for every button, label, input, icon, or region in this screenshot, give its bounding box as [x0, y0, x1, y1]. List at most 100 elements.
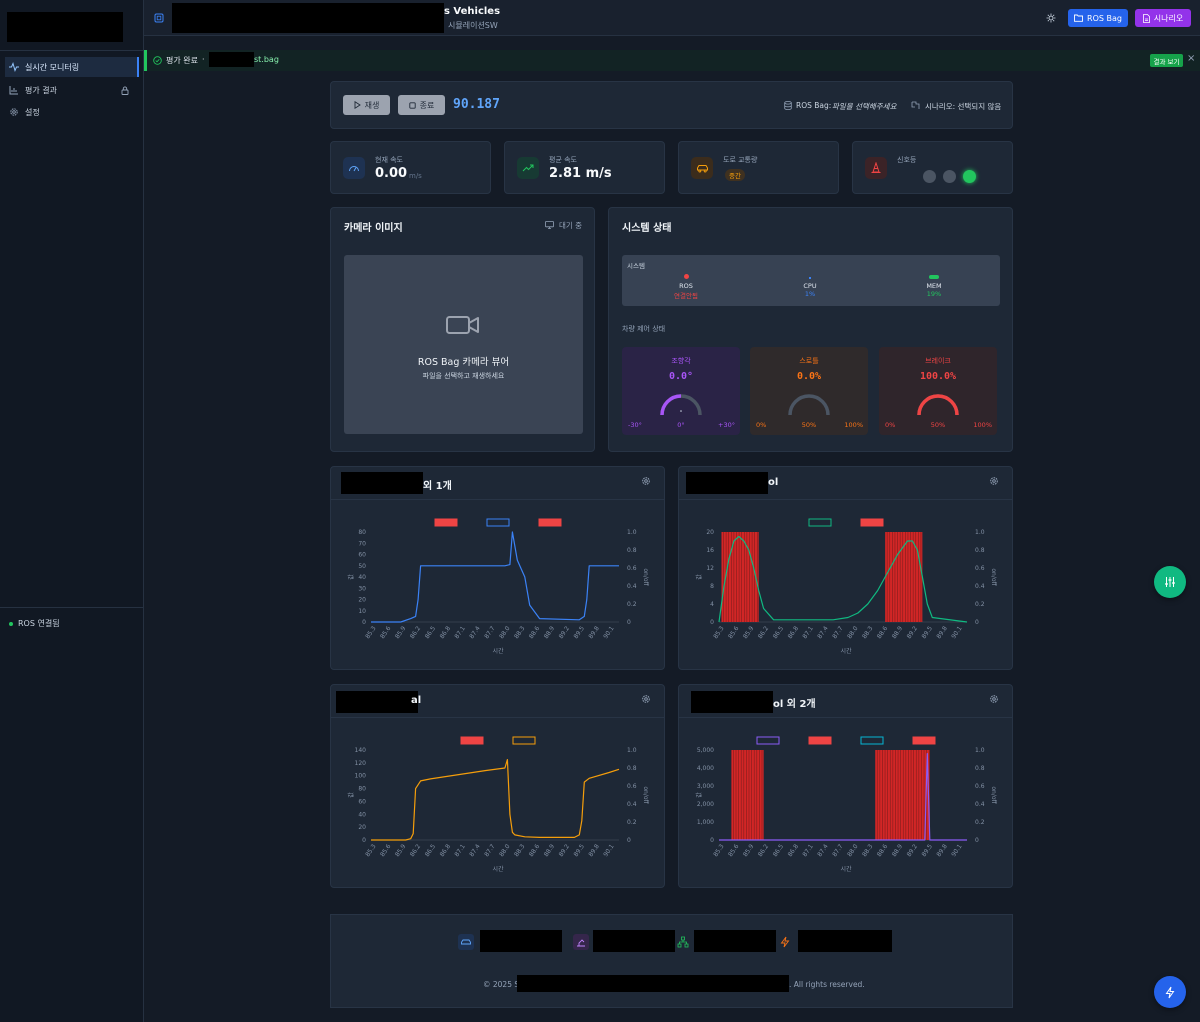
sun-icon[interactable] [1046, 13, 1056, 23]
scenario-button[interactable]: 시나리오 [1135, 9, 1191, 27]
sidebar-item-results[interactable]: 평가 결과 [5, 80, 139, 100]
y2-tick-label: 1.0 [627, 747, 637, 754]
legend-swatch [756, 736, 780, 745]
copyright-prefix: © 2025 S [483, 980, 520, 989]
x-tick-label: 87.7 [483, 625, 497, 640]
gauge-arc [660, 394, 702, 416]
view-result-button[interactable]: 결과 보기 [1150, 54, 1183, 67]
x-tick-label: 86.5 [424, 625, 438, 640]
x-tick-label: 90.1 [602, 843, 616, 858]
traffic-cone-icon [865, 157, 887, 179]
x-tick-label: 88.9 [891, 625, 905, 640]
chart-panel-3: al 0 20 40 60 80 100 120 140 0 0.2 0.4 0.6 0.8 1.0 값 on… [330, 684, 665, 888]
camera-viewer: ROS Bag 카메라 뷰어 파일을 선택하고 재생하세요 [344, 255, 583, 434]
x-axis-label: 시간 [492, 647, 504, 655]
x-axis-label: 시간 [492, 865, 504, 873]
y-tick-label: 140 [355, 747, 367, 754]
y-tick-label: 120 [355, 760, 367, 767]
y-axis-label: 값 [695, 792, 703, 798]
y-tick-label: 80 [358, 529, 366, 536]
x-tick-label: 85.9 [742, 843, 756, 858]
ros-bag-button[interactable]: ROS Bag [1068, 9, 1128, 27]
legend-swatch [538, 518, 562, 527]
y2-tick-label: 0.8 [975, 765, 985, 772]
bar-chart-icon [9, 86, 18, 95]
lightning-icon [1165, 986, 1175, 998]
x-tick-label: 88.9 [543, 843, 557, 858]
chart-panel-2: ol 0 4 8 12 16 20 0 0.2 0.4 0.6 0.8 1.0 값 on/off 시간 85.… [678, 466, 1013, 670]
x-tick-label: 88.3 [513, 843, 527, 858]
x-tick-label: 87.7 [483, 843, 497, 858]
network-icon [677, 936, 689, 948]
stat-label: 도로 교통량 [723, 156, 758, 164]
signal-green [963, 170, 976, 183]
stop-button[interactable]: 종료 [398, 95, 445, 115]
system-title: 시스템 상태 [622, 223, 672, 234]
stat-label: 평균 속도 [549, 156, 577, 164]
footer-link-redacted [480, 930, 562, 952]
x-tick-label: 87.4 [816, 625, 830, 640]
legend-swatch [860, 736, 884, 745]
trending-up-icon [517, 157, 539, 179]
x-tick-label: 87.1 [801, 843, 815, 858]
evaluation-banner: 평가 완료 · st.bag 결과 보기 × [144, 50, 1200, 71]
y-tick-label: 1,000 [697, 819, 714, 826]
x-tick-label: 90.1 [602, 625, 616, 640]
current-speed-card: 현재 속도 0.00 m/s [330, 141, 491, 194]
play-button[interactable]: 재생 [343, 95, 390, 115]
system-box: 시스템 ROS 연결안됨 CPU 1% MEM 19% [622, 255, 1000, 306]
header: s Vehicles 시뮬레이션SW ROS Bag 시나리오 [144, 0, 1200, 36]
control-panel-fab[interactable] [1154, 566, 1186, 598]
sidebar-item-label: 실시간 모니터링 [25, 62, 80, 72]
control-section-label: 차량 제어 상태 [622, 325, 666, 333]
chart-panel-1: 외 1개 0 10 20 30 40 50 60 70 80 0 0.2 0.4 0.6 0.8 1.0 값 o… [330, 466, 665, 670]
y-tick-label: 80 [358, 786, 366, 793]
gauge-scale-max: 100% [973, 421, 992, 429]
x-tick-label: 85.3 [712, 843, 726, 858]
x-tick-label: 87.7 [831, 625, 845, 640]
x-axis-label: 시간 [840, 865, 852, 873]
banner-filename: st.bag [254, 55, 279, 64]
y2-axis-label: on/off [642, 786, 649, 804]
y2-tick-label: 1.0 [627, 529, 637, 536]
line-chart: 0 10 20 30 40 50 60 70 80 0 0.2 0.4 0.6 0.8 1.0 값 on/off… [347, 518, 649, 655]
x-tick-label: 86.8 [787, 625, 801, 640]
x-tick-label: 86.5 [424, 843, 438, 858]
gauge-label: 스로틀 [799, 357, 819, 365]
x-tick-label: 85.9 [394, 843, 408, 858]
y-tick-label: 20 [706, 529, 714, 536]
sidebar-item-label: 설정 [25, 107, 40, 117]
x-tick-label: 85.6 [379, 843, 393, 858]
x-tick-label: 88.6 [876, 625, 890, 640]
y-tick-label: 30 [358, 585, 366, 592]
sidebar-item-monitoring[interactable]: 실시간 모니터링 [5, 57, 139, 77]
viewer-title: ROS Bag 카메라 뷰어 [417, 357, 510, 368]
x-tick-label: 88.0 [846, 625, 860, 640]
x-tick-label: 85.6 [379, 625, 393, 640]
chip-icon [154, 13, 164, 23]
sidebar-item-settings[interactable]: 설정 [5, 102, 139, 122]
monitor-icon [545, 221, 554, 229]
traffic-badge: 중간 [725, 169, 745, 181]
x-tick-label: 88.3 [861, 625, 875, 640]
y-tick-label: 3,000 [697, 783, 714, 790]
chart-panel-4: ol 외 2개 0 1,000 2,000 3,000 4,000 5,000 0 0.2 0.… [678, 684, 1013, 888]
y2-tick-label: 0.4 [975, 801, 985, 808]
y-tick-label: 60 [358, 552, 366, 559]
y2-tick-label: 0.2 [627, 601, 637, 608]
y-tick-label: 100 [355, 773, 367, 780]
copyright-suffix: . All rights reserved. [789, 980, 865, 989]
x-tick-label: 87.4 [816, 843, 830, 858]
title-redacted [172, 3, 444, 33]
y2-tick-label: 0 [627, 619, 631, 626]
legend-swatch [434, 518, 458, 527]
y2-tick-label: 0.8 [975, 547, 985, 554]
gauge-arc [917, 394, 959, 416]
footer: © 2025 S . All rights reserved. [330, 914, 1013, 1008]
filename-redacted [209, 52, 254, 67]
banner-close-button[interactable]: × [1187, 53, 1195, 64]
y-tick-label: 40 [358, 811, 366, 818]
y2-tick-label: 0.6 [627, 565, 637, 572]
x-tick-label: 89.2 [906, 625, 920, 640]
quick-action-fab[interactable] [1154, 976, 1186, 1008]
